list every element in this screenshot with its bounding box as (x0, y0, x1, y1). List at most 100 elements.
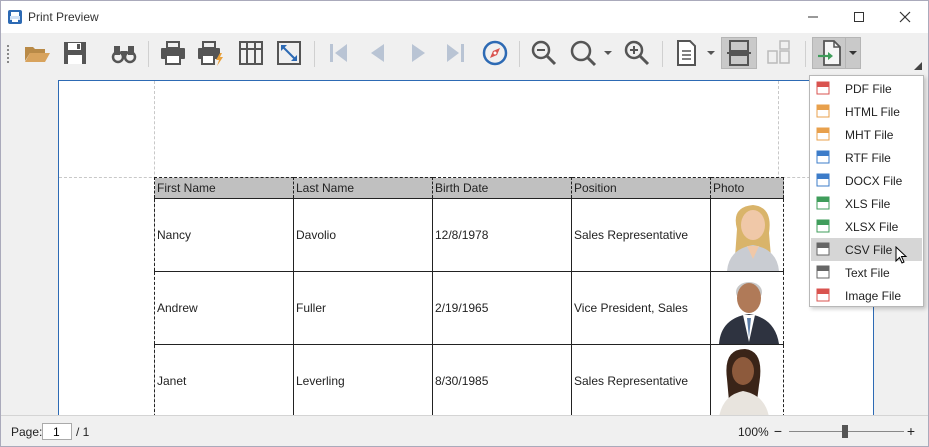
last-page-button[interactable] (439, 37, 471, 69)
minimize-button[interactable] (790, 1, 836, 33)
cell-first-name: Andrew (154, 271, 294, 345)
open-icon (25, 47, 50, 62)
employee-photo (713, 345, 781, 415)
zoom-out-step-button[interactable]: − (772, 422, 784, 440)
toolbar-overflow-icon[interactable] (912, 60, 922, 70)
menu-item-html[interactable]: HTML File (811, 100, 922, 123)
cell-first-name: Nancy (154, 198, 294, 272)
text-file-icon (816, 265, 830, 279)
menu-item-csv[interactable]: CSV File (811, 238, 922, 264)
zoom-in-step-button[interactable]: + (905, 422, 917, 440)
zoom-button[interactable] (567, 37, 599, 69)
menu-item-text[interactable]: Text File (811, 261, 922, 284)
menu-item-label: XLS File (845, 197, 891, 211)
save-button[interactable] (59, 37, 91, 69)
next-page-icon (412, 44, 425, 62)
menu-item-label: PDF File (845, 82, 892, 96)
find-icon (111, 46, 137, 64)
cell-first-name: Janet (154, 344, 294, 415)
open-button[interactable] (21, 37, 53, 69)
zoom-dropdown-button[interactable] (601, 37, 615, 69)
zoom-in-icon (624, 40, 650, 66)
page-label: Page: (11, 425, 43, 439)
maximize-button[interactable] (836, 1, 882, 33)
navigation-icon (482, 40, 508, 66)
page-number-input[interactable] (42, 423, 72, 440)
cell-position: Vice President, Sales (571, 271, 711, 345)
quick-print-icon (198, 41, 223, 66)
cell-position: Sales Representative (571, 344, 711, 415)
maximize-icon (854, 12, 864, 22)
previous-page-icon (371, 44, 384, 62)
xlsx-file-icon (816, 219, 830, 233)
menu-item-mht[interactable]: MHT File (811, 123, 922, 146)
cell-position: Sales Representative (571, 198, 711, 272)
cell-last-name: Leverling (293, 344, 433, 415)
column-header-first-name: First Name (154, 177, 294, 199)
window-title: Print Preview (28, 10, 99, 24)
navigation-button[interactable] (479, 37, 511, 69)
cell-last-name: Davolio (293, 198, 433, 272)
menu-item-rtf[interactable]: RTF File (811, 146, 922, 169)
export-dropdown-button[interactable] (846, 37, 861, 69)
column-header-birth-date: Birth Date (432, 177, 572, 199)
print-button[interactable] (157, 37, 189, 69)
zoom-out-button[interactable] (528, 37, 560, 69)
export-format-menu: PDF File HTML File MHT File RTF File DOC… (809, 75, 924, 307)
scale-icon (277, 41, 301, 65)
zoom-in-button[interactable] (621, 37, 653, 69)
toolbar-grip[interactable] (7, 45, 9, 63)
find-button[interactable] (108, 37, 140, 69)
last-page-icon (447, 44, 464, 62)
first-page-icon (330, 44, 347, 62)
print-preview-window: Print Preview First Name Last Name Birth… (0, 0, 929, 447)
multiple-pages-button[interactable] (763, 37, 795, 69)
close-icon (899, 11, 911, 23)
close-button[interactable] (882, 1, 928, 33)
page-layout-dropdown-button[interactable] (704, 37, 718, 69)
quick-print-button[interactable] (195, 37, 227, 69)
export-button[interactable] (812, 37, 846, 69)
document-page: First Name Last Name Birth Date Position… (58, 80, 875, 415)
next-page-button[interactable] (403, 37, 435, 69)
chevron-down-icon (849, 51, 857, 55)
table-header-row: First Name Last Name Birth Date Position… (154, 177, 784, 199)
page-layout-button[interactable] (670, 37, 702, 69)
zoom-slider-thumb[interactable] (842, 425, 848, 438)
previous-page-button[interactable] (361, 37, 393, 69)
menu-item-xls[interactable]: XLS File (811, 192, 922, 215)
first-page-button[interactable] (323, 37, 355, 69)
zoom-out-icon (531, 40, 557, 66)
menu-item-image[interactable]: Image File (811, 284, 922, 307)
save-icon (64, 42, 86, 64)
column-header-last-name: Last Name (293, 177, 433, 199)
status-bar: Page: / 1 100% − + (1, 415, 928, 446)
menu-item-label: Image File (845, 289, 902, 303)
menu-item-label: MHT File (845, 128, 894, 142)
menu-item-label: DOCX File (845, 174, 903, 188)
cell-photo (710, 344, 784, 415)
cell-birth-date: 2/19/1965 (432, 271, 572, 345)
menu-item-label: Text File (845, 266, 890, 280)
employee-photo (713, 272, 781, 344)
menu-item-xlsx[interactable]: XLSX File (811, 215, 922, 238)
toolbar (1, 33, 928, 73)
page-total: / 1 (76, 425, 90, 439)
table-row: Andrew Fuller 2/19/1965 Vice President, … (154, 271, 784, 345)
menu-item-pdf[interactable]: PDF File (811, 77, 922, 100)
document-preview[interactable]: First Name Last Name Birth Date Position… (1, 73, 928, 415)
single-page-icon (727, 40, 751, 66)
pdf-file-icon (816, 81, 830, 95)
employee-table: First Name Last Name Birth Date Position… (154, 177, 784, 415)
page-setup-icon (239, 41, 263, 65)
menu-item-label: XLSX File (845, 220, 899, 234)
image-file-icon (816, 288, 830, 302)
page-layout-icon (677, 40, 696, 66)
single-page-button[interactable] (721, 37, 757, 69)
page-setup-button[interactable] (235, 37, 267, 69)
zoom-icon (570, 40, 597, 67)
scale-button[interactable] (273, 37, 305, 69)
menu-item-label: RTF File (845, 151, 891, 165)
table-row: Janet Leverling 8/30/1985 Sales Represen… (154, 344, 784, 415)
menu-item-docx[interactable]: DOCX File (811, 169, 922, 192)
